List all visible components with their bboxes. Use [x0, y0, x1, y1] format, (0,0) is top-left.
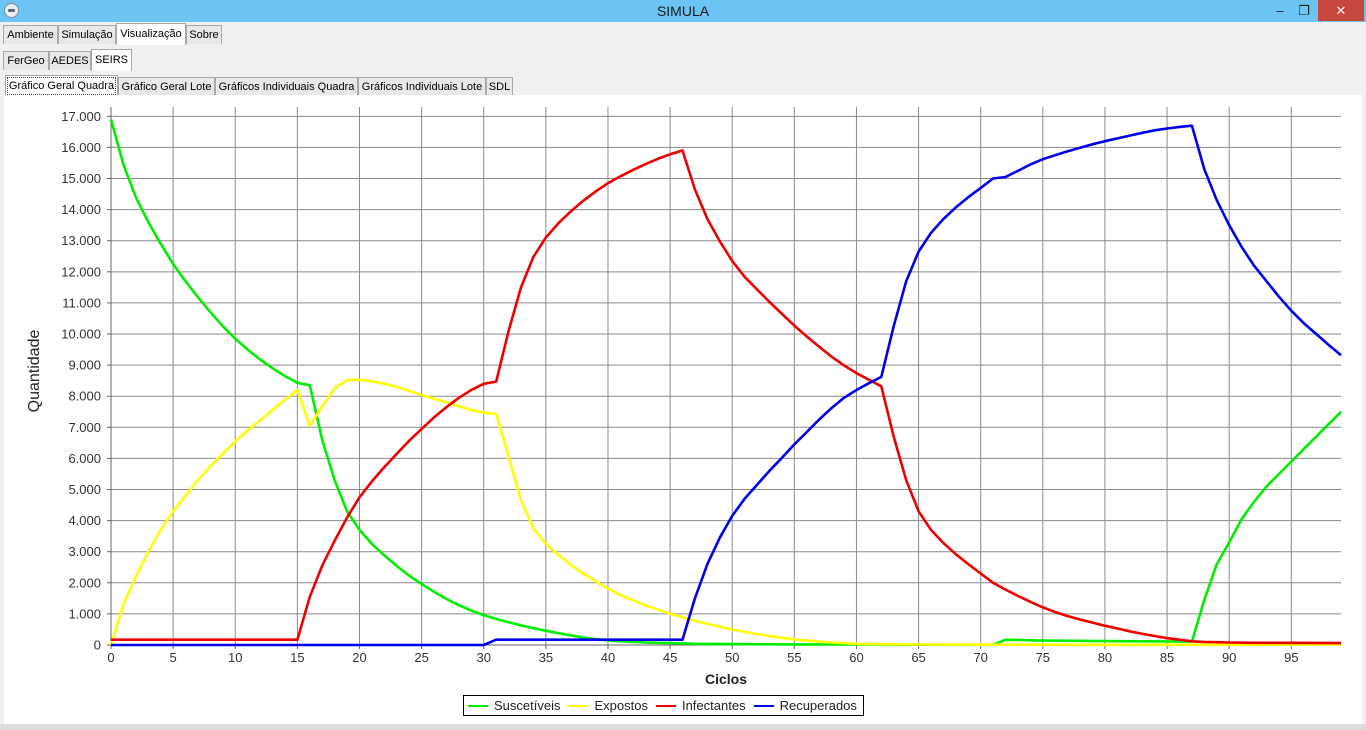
y-tick-label: 10.000 — [61, 327, 101, 342]
x-tick-label: 60 — [849, 650, 863, 665]
x-tick-label: 30 — [476, 650, 490, 665]
y-tick-label: 1.000 — [68, 606, 101, 621]
y-tick-label: 0 — [94, 638, 101, 653]
y-tick-label: 14.000 — [61, 202, 101, 217]
legend-label-suscetiveis: Suscetíveis — [494, 698, 561, 713]
x-tick-label: 35 — [539, 650, 553, 665]
y-tick-label: 8.000 — [68, 389, 101, 404]
x-tick-label: 75 — [1036, 650, 1050, 665]
y-tick-label: 5.000 — [68, 482, 101, 497]
x-tick-label: 0 — [107, 650, 114, 665]
x-tick-label: 5 — [170, 650, 177, 665]
seirs-chart: 0 1.000 2.000 3.000 4.000 5.000 6.000 7.000 8.00… — [26, 107, 1342, 687]
y-tick-label: 4.000 — [68, 513, 101, 528]
x-tick-label: 95 — [1284, 650, 1298, 665]
y-tick-label: 17.000 — [61, 109, 101, 124]
legend-swatch-expostos — [568, 704, 589, 707]
x-tick-label: 40 — [601, 650, 615, 665]
x-tick-label: 10 — [228, 650, 242, 665]
legend-label-expostos: Expostos — [594, 698, 648, 713]
x-tick-label: 55 — [787, 650, 801, 665]
x-axis-title: Ciclos — [705, 671, 747, 687]
y-axis-title: Quantidade — [26, 330, 43, 413]
legend-swatch-infectantes — [655, 704, 676, 707]
y-tick-label: 7.000 — [68, 420, 101, 435]
x-tick-label: 80 — [1098, 650, 1112, 665]
x-tick-label: 70 — [973, 650, 987, 665]
legend-label-infectantes: Infectantes — [681, 698, 746, 713]
y-tick-label: 12.000 — [61, 264, 101, 279]
status-strip — [0, 724, 1366, 730]
x-tick-label: 90 — [1222, 650, 1236, 665]
x-tick-label: 50 — [725, 650, 739, 665]
x-tick-label: 85 — [1160, 650, 1174, 665]
x-tick-label: 25 — [414, 650, 428, 665]
plot-area — [111, 107, 1341, 645]
legend-swatch-recuperados — [753, 704, 774, 707]
y-tick-label: 11.000 — [62, 295, 101, 310]
legend-label-recuperados: Recuperados — [779, 698, 857, 713]
y-tick-label: 3.000 — [68, 544, 101, 559]
y-tick-label: 16.000 — [61, 140, 101, 155]
legend-swatch-suscetiveis — [468, 704, 488, 707]
legend-item-suscetiveis: Suscetíveis — [468, 698, 560, 713]
y-tick-label: 2.000 — [68, 575, 101, 590]
x-tick-label: 20 — [352, 650, 366, 665]
y-tick-label: 15.000 — [61, 171, 101, 186]
y-tick-label: 9.000 — [68, 358, 101, 373]
legend-item-infectantes: Infectantes — [655, 698, 746, 713]
legend-item-expostos: Expostos — [568, 698, 648, 713]
x-tick-label: 15 — [290, 650, 304, 665]
y-tick-label: 6.000 — [68, 451, 101, 466]
legend-item-recuperados: Recuperados — [753, 698, 857, 713]
y-tick-label: 13.000 — [61, 233, 101, 248]
x-tick-label: 65 — [911, 650, 925, 665]
x-tick-label: 45 — [663, 650, 677, 665]
chart-legend: Suscetíveis Expostos Infectantes Recuper… — [463, 695, 864, 716]
